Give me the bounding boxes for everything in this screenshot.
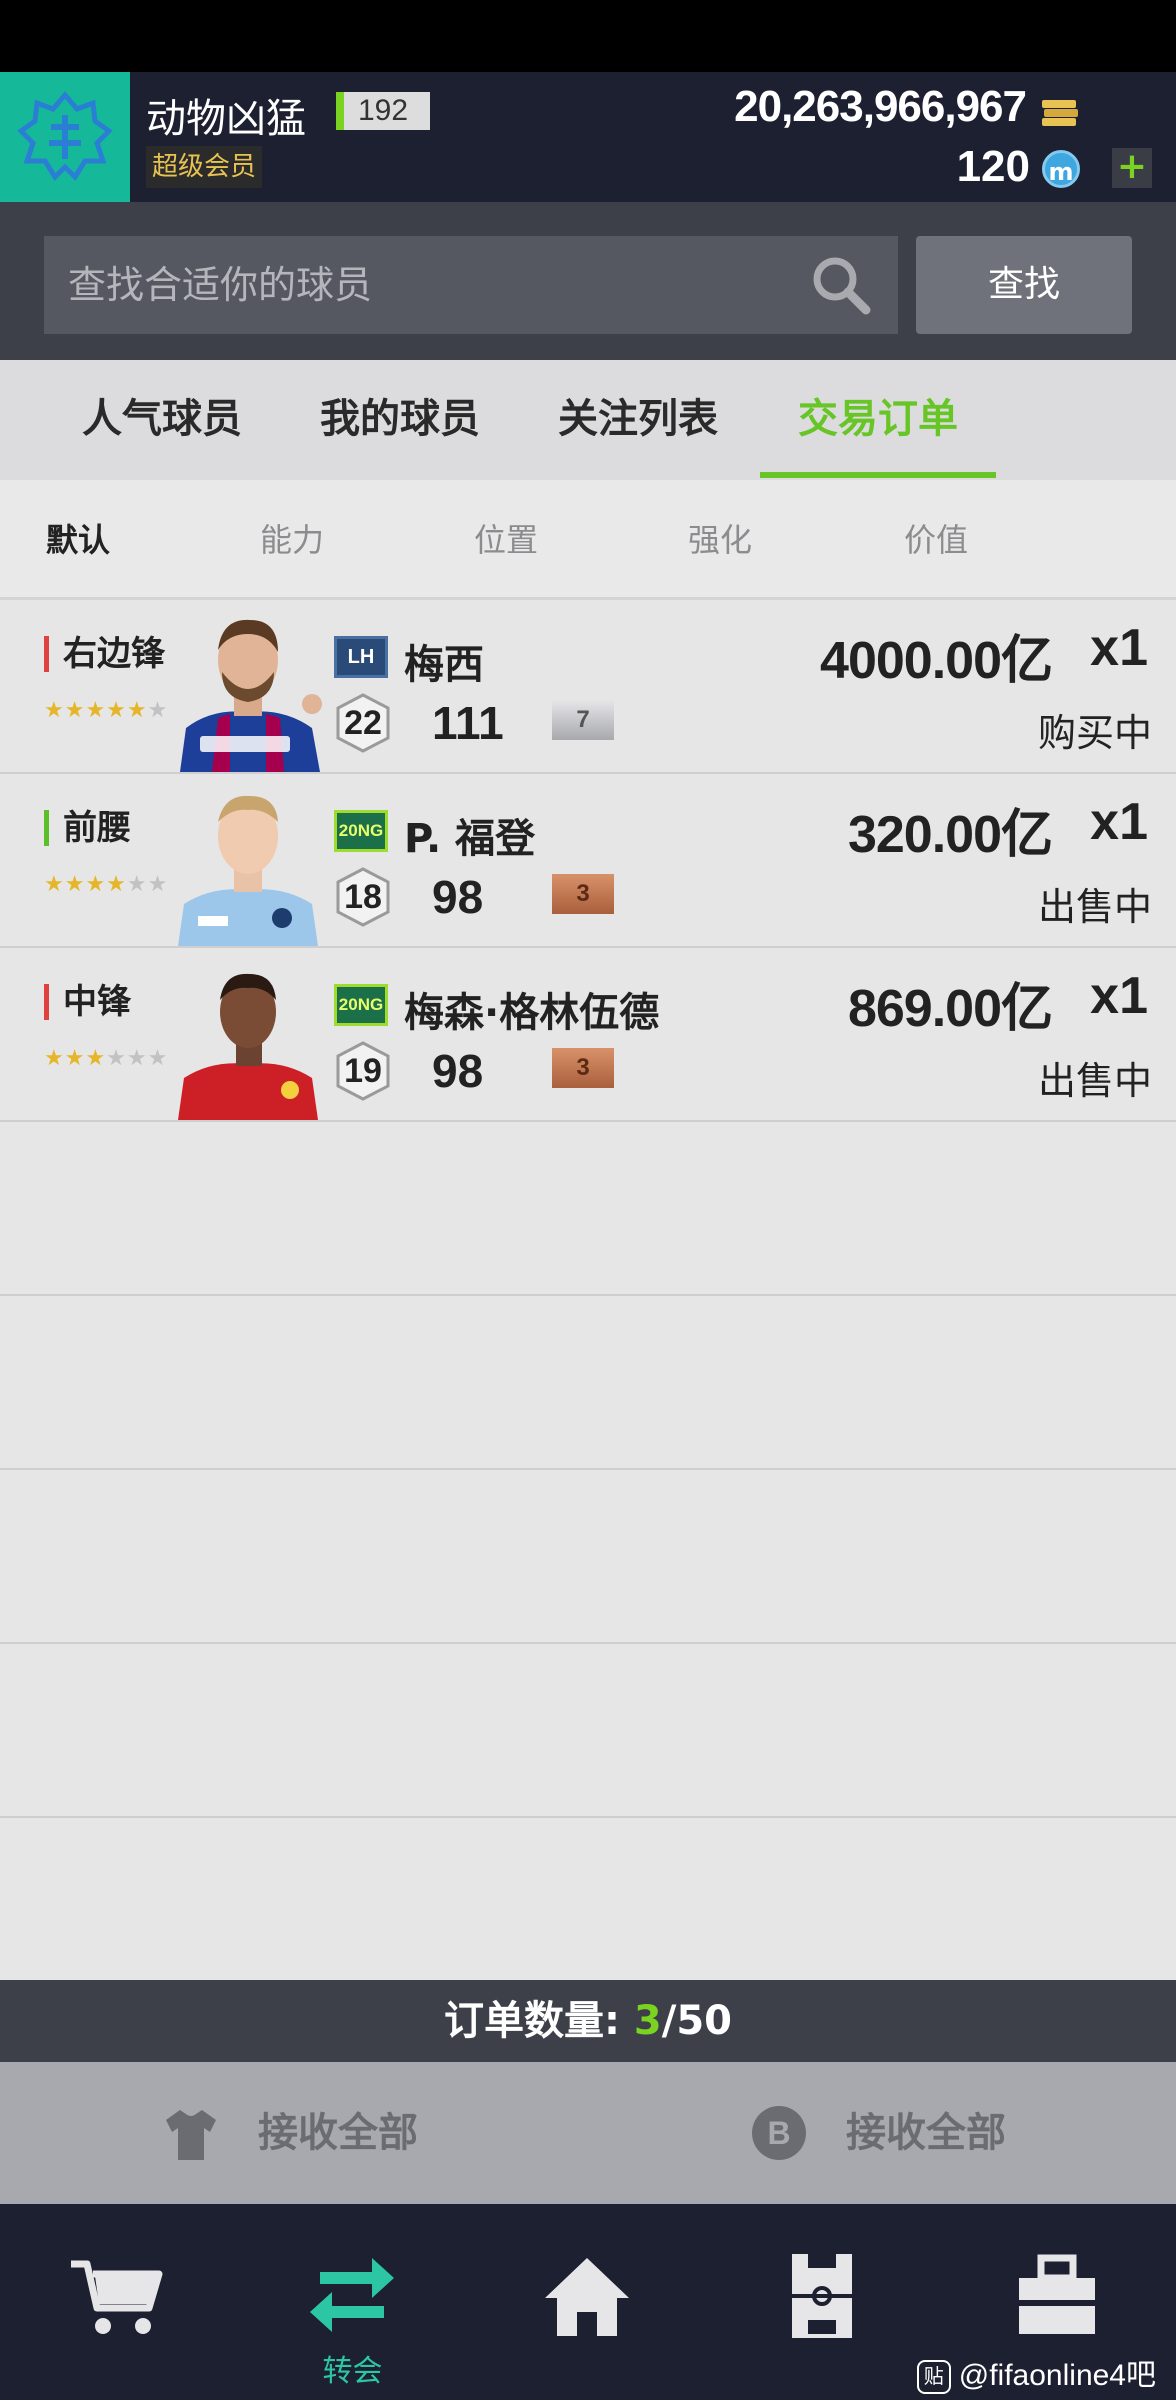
order-count-current: 3 xyxy=(633,1998,662,2044)
order-count-max: /50 xyxy=(661,1998,733,2044)
bottom-nav: 转会 贴 @fifaonline4吧 xyxy=(0,2204,1176,2400)
overall-value: 18 xyxy=(344,878,382,916)
empty-slot xyxy=(0,1470,1176,1644)
position-label: 右边锋 xyxy=(44,636,165,672)
nav-item-shop[interactable] xyxy=(0,2204,235,2400)
empty-slot xyxy=(0,1296,1176,1470)
overall-value: 22 xyxy=(344,704,382,742)
order-price: 869.00亿 xyxy=(847,980,1053,1038)
order-count-label: 订单数量: xyxy=(443,1998,634,2044)
player-portrait xyxy=(178,795,318,946)
order-quantity: x1 xyxy=(1090,793,1148,851)
order-quantity: x1 xyxy=(1090,619,1148,677)
add-points-button[interactable]: + xyxy=(1112,148,1152,188)
season-badge: 20NG xyxy=(334,984,388,1026)
overall-value: 19 xyxy=(344,1052,382,1090)
points-icon: m xyxy=(1042,150,1080,188)
receive-bar: 接收全部 接收全部 B xyxy=(0,2062,1176,2204)
star-rating: ★★★★★★ xyxy=(44,698,169,723)
profile-bar: 动物凶猛 192 超级会员 20,263,966,967 120 m + xyxy=(0,72,1176,202)
find-button[interactable]: 查找 xyxy=(916,236,1132,334)
tab-trade-orders[interactable]: 交易订单 xyxy=(760,360,996,480)
nav-item-squad[interactable] xyxy=(705,2204,940,2400)
receive-all-label: 接收全部 xyxy=(846,2110,1006,2156)
bag-icon xyxy=(1019,2254,1095,2334)
star-rating: ★★★★★★ xyxy=(44,1046,169,1071)
tab-popular-players[interactable]: 人气球员 xyxy=(44,360,280,480)
receive-all-players-button[interactable]: 接收全部 xyxy=(0,2062,588,2204)
search-input[interactable]: 查找合适你的球员 xyxy=(44,236,898,334)
coins-value: 20,263,966,967 xyxy=(734,82,1027,131)
club-crest-icon xyxy=(17,91,113,181)
season-badge: 20NG xyxy=(334,810,388,852)
order-price: 4000.00亿 xyxy=(820,632,1053,690)
b-coin-icon: B xyxy=(752,2106,806,2160)
search-icon[interactable] xyxy=(808,252,874,318)
star-rating: ★★★★★★ xyxy=(44,872,169,897)
sort-value[interactable]: 价值 xyxy=(904,480,968,600)
player-name: 梅森·格林伍德 xyxy=(404,990,660,1036)
points-value: 120 xyxy=(956,142,1030,191)
nav-item-transfer[interactable]: 转会 xyxy=(235,2204,470,2400)
level-badge: 192 xyxy=(336,92,430,130)
player-portrait xyxy=(178,973,318,1120)
home-icon xyxy=(545,2258,629,2336)
watermark-text: @fifaonline4吧 xyxy=(958,2359,1156,2392)
season-badge: LH xyxy=(334,636,388,678)
cart-icon xyxy=(71,2260,163,2334)
nav-label-transfer: 转会 xyxy=(322,2354,383,2389)
club-badge[interactable] xyxy=(0,72,130,202)
order-row[interactable]: 前腰 ★★★★★★ 20NG P. 福登 18 98 3 320.00亿 x1 … xyxy=(0,774,1176,948)
sort-ability[interactable]: 能力 xyxy=(260,480,324,600)
nav-item-home[interactable] xyxy=(470,2204,705,2400)
search-area: 查找合适你的球员 查找 xyxy=(0,202,1176,360)
order-status: 出售中 xyxy=(1037,1059,1152,1103)
sort-bar: 默认 能力 位置 强化 价值 xyxy=(0,480,1176,600)
player-rating: 98 xyxy=(432,1045,484,1097)
tab-watch-list[interactable]: 关注列表 xyxy=(520,360,756,480)
order-row[interactable]: 中锋 ★★★★★★ 20NG 梅森·格林伍德 19 98 3 869.00亿 x… xyxy=(0,948,1176,1122)
order-price: 320.00亿 xyxy=(847,806,1053,864)
tieba-logo-icon: 贴 xyxy=(916,2360,951,2395)
player-rating: 111 xyxy=(432,697,504,749)
coins-icon xyxy=(1042,100,1078,126)
sort-enhance[interactable]: 强化 xyxy=(688,480,752,600)
order-status: 出售中 xyxy=(1037,885,1152,929)
vip-badge: 超级会员 xyxy=(146,146,263,188)
tab-my-players[interactable]: 我的球员 xyxy=(282,360,518,480)
order-status: 购买中 xyxy=(1037,711,1152,755)
main-tabs: 人气球员 我的球员 关注列表 交易订单 xyxy=(0,360,1176,480)
position-label: 中锋 xyxy=(44,984,131,1020)
active-tab-indicator xyxy=(760,472,996,478)
order-quantity: x1 xyxy=(1090,967,1148,1025)
upgrade-level-badge: 3 xyxy=(552,1048,614,1088)
player-portrait xyxy=(180,619,322,772)
username: 动物凶猛 xyxy=(146,96,306,142)
upgrade-level-badge: 7 xyxy=(552,700,614,740)
order-row[interactable]: 右边锋 ★★★★★★ LH 梅西 22 111 7 4000.00亿 x1 购买… xyxy=(0,600,1176,774)
receive-all-coins-button[interactable]: 接收全部 xyxy=(588,2062,1176,2204)
order-count-bar: 订单数量: 3/50 xyxy=(0,1980,1176,2062)
transfer-icon xyxy=(310,2258,394,2332)
empty-slot xyxy=(0,1644,1176,1818)
player-name: 梅西 xyxy=(404,642,484,688)
shirt-icon xyxy=(166,2110,216,2160)
upgrade-level-badge: 3 xyxy=(552,874,614,914)
receive-all-label: 接收全部 xyxy=(258,2110,418,2156)
status-bar xyxy=(0,0,1176,72)
position-label: 前腰 xyxy=(44,810,131,846)
pitch-icon xyxy=(792,2254,852,2338)
empty-slot xyxy=(0,1122,1176,1296)
player-rating: 98 xyxy=(432,871,484,923)
sort-default[interactable]: 默认 xyxy=(46,480,110,600)
sort-position[interactable]: 位置 xyxy=(474,480,538,600)
watermark: 贴 @fifaonline4吧 xyxy=(916,2350,1156,2395)
player-name: P. 福登 xyxy=(404,816,536,862)
